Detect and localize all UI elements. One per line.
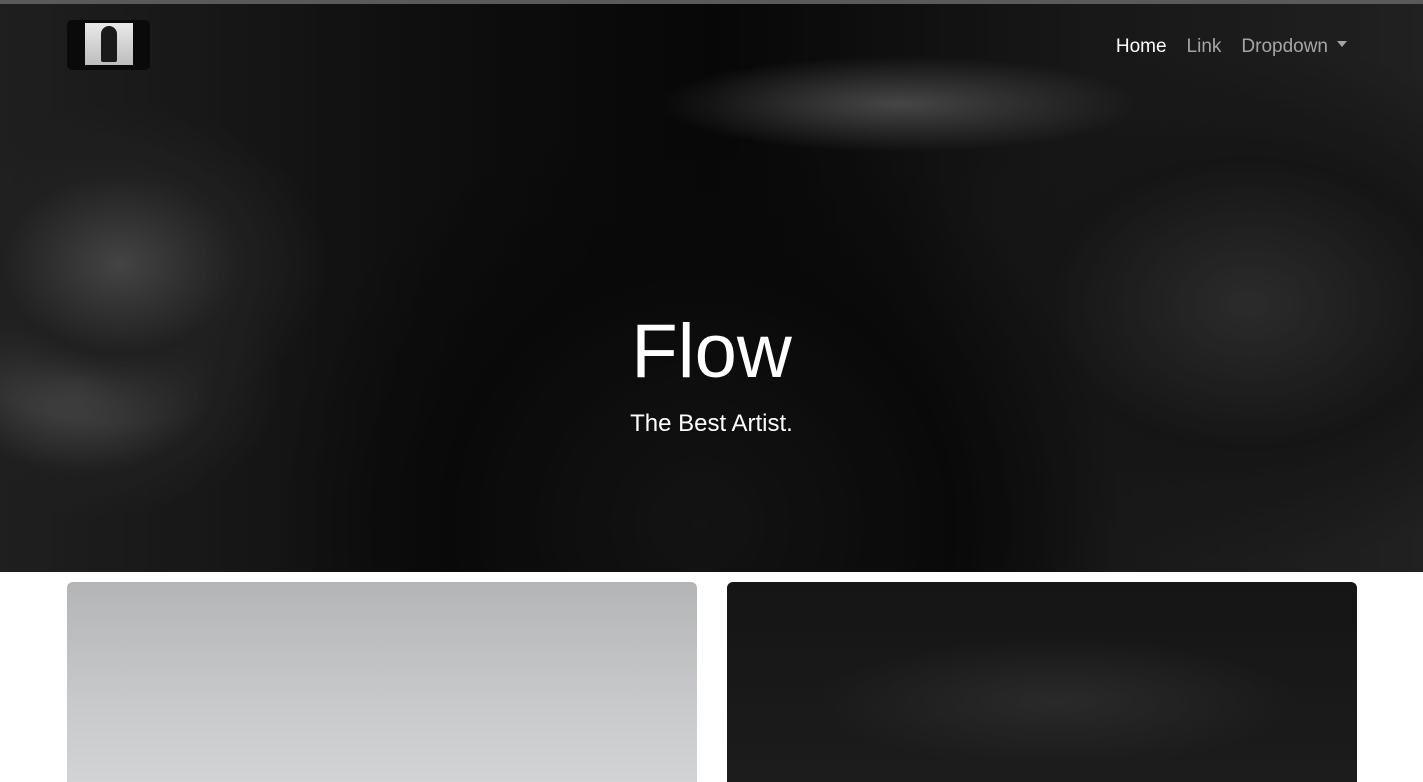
- main-navigation: Home Link Dropdown: [1116, 36, 1347, 58]
- card-image-light[interactable]: [67, 582, 697, 782]
- nav-link-link[interactable]: Link: [1187, 36, 1222, 58]
- hero-subtitle: The Best Artist.: [630, 410, 793, 437]
- hero-overlay: [0, 4, 1423, 572]
- nav-dropdown-label: Dropdown: [1241, 36, 1328, 57]
- brand-logo[interactable]: [67, 20, 150, 70]
- card-image-dark[interactable]: [727, 582, 1357, 782]
- hero-title: Flow: [631, 309, 792, 394]
- artist-photo-logo-icon: [101, 26, 117, 62]
- nav-dropdown-toggle[interactable]: Dropdown: [1241, 36, 1347, 58]
- caret-down-icon: [1337, 40, 1347, 47]
- nav-home-link[interactable]: Home: [1116, 36, 1167, 58]
- hero-banner: Home Link Dropdown Flow The Best Artist.: [0, 4, 1423, 572]
